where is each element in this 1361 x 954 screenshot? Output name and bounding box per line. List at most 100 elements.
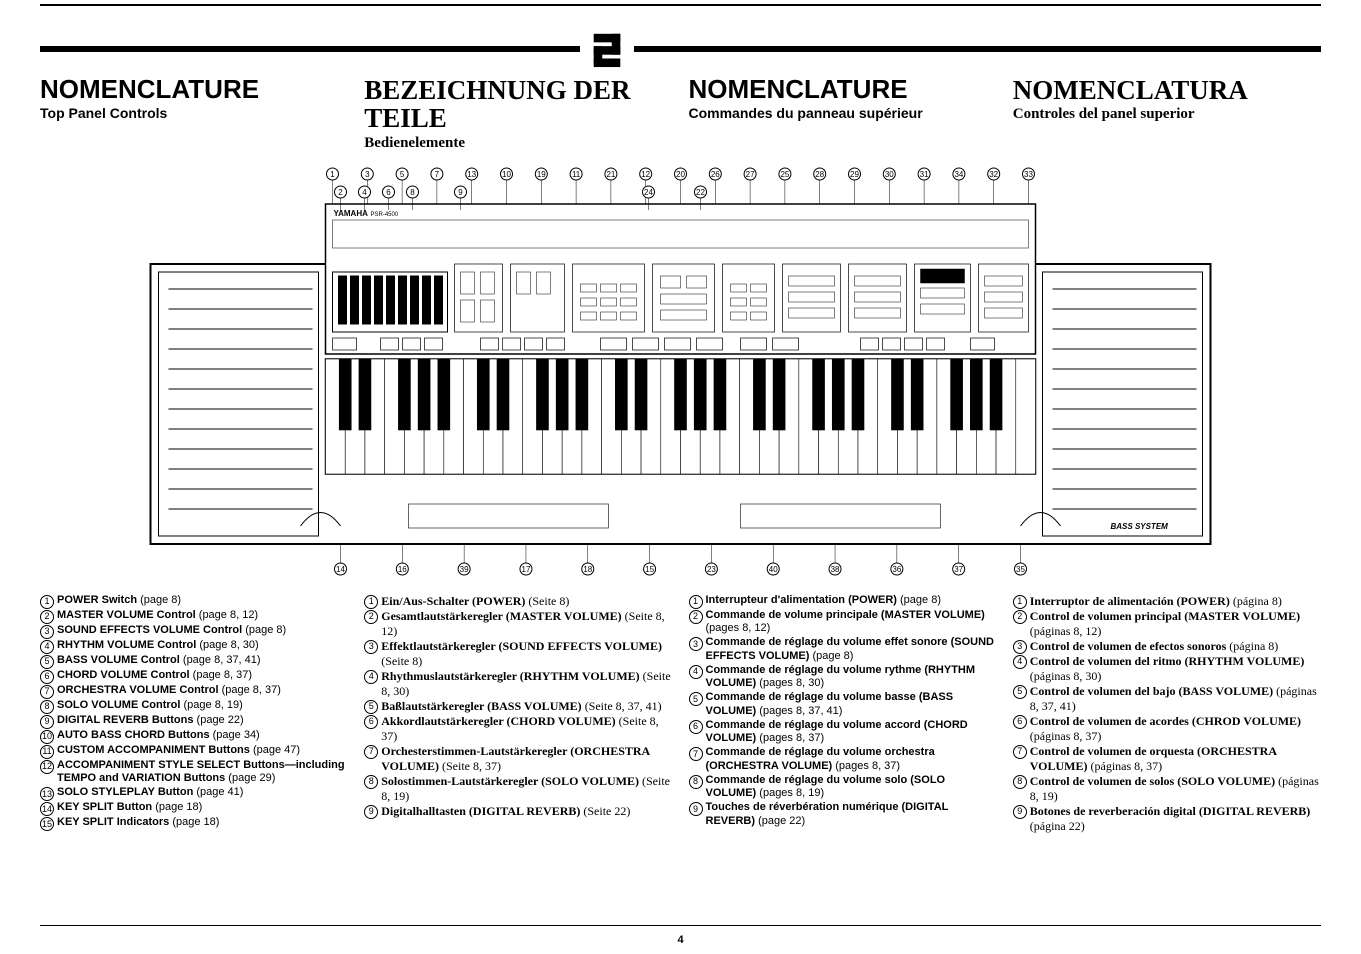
item-text: Commande de réglage du volume orchestra … <box>706 746 997 774</box>
item-text: Control de volumen de efectos sonoros (p… <box>1030 639 1321 654</box>
list-item: 4Rhythmuslautstärkeregler (RHYTHM VOLUME… <box>364 669 672 699</box>
list-item: 1Ein/Aus-Schalter (POWER) (Seite 8) <box>364 594 672 609</box>
svg-text:29: 29 <box>850 170 859 179</box>
svg-text:9: 9 <box>458 188 463 197</box>
item-number: 7 <box>40 685 54 699</box>
header-fr: NOMENCLATURE Commandes du panneau supéri… <box>689 76 997 152</box>
item-number: 8 <box>40 700 54 714</box>
svg-text:31: 31 <box>920 170 929 179</box>
item-number: 10 <box>40 730 54 744</box>
section-divider <box>40 30 1321 68</box>
svg-text:6: 6 <box>386 188 391 197</box>
item-number: 4 <box>1013 655 1027 669</box>
model-label: PSR-4500 <box>371 212 399 218</box>
item-text: Digitalhalltasten (DIGITAL REVERB) (Seit… <box>381 804 672 819</box>
subtitle-en: Top Panel Controls <box>40 105 348 121</box>
item-text: Commande de réglage du volume effet sono… <box>706 636 997 664</box>
brand-label: YAMAHA <box>334 209 369 218</box>
item-text: Baßlautstärkeregler (BASS VOLUME) (Seite… <box>381 699 672 714</box>
item-number: 13 <box>40 787 54 801</box>
svg-text:33: 33 <box>1024 170 1033 179</box>
svg-text:34: 34 <box>954 170 963 179</box>
keyboard-svg: BASS SYSTEM YAMAHA PSR-4500 <box>40 164 1321 584</box>
bottom-border <box>40 925 1321 926</box>
list-item: 3Effektlautstärkeregler (SOUND EFFECTS V… <box>364 639 672 669</box>
list-item: 2MASTER VOLUME Control (page 8, 12) <box>40 609 348 624</box>
item-number: 8 <box>689 775 703 789</box>
item-number: 5 <box>689 692 703 706</box>
list-item: 7ORCHESTRA VOLUME Control (page 8, 37) <box>40 684 348 699</box>
list-item: 13SOLO STYLEPLAY Button (page 41) <box>40 786 348 801</box>
svg-text:2: 2 <box>338 188 343 197</box>
item-text: Akkordlautstärkeregler (CHORD VOLUME) (S… <box>381 714 672 744</box>
list-item: 9Digitalhalltasten (DIGITAL REVERB) (Sei… <box>364 804 672 819</box>
item-number: 6 <box>1013 715 1027 729</box>
list-item: 1Interrupteur d'alimentation (POWER) (pa… <box>689 594 997 609</box>
item-text: Ein/Aus-Schalter (POWER) (Seite 8) <box>381 594 672 609</box>
item-number: 7 <box>689 747 703 761</box>
item-number: 8 <box>1013 775 1027 789</box>
list-item: 5Control de volumen del bajo (BASS VOLUM… <box>1013 684 1321 714</box>
title-en: NOMENCLATURE <box>40 76 348 103</box>
item-number: 7 <box>1013 745 1027 759</box>
item-number: 2 <box>689 610 703 624</box>
list-item: 7Orchesterstimmen-Lautstärkeregler (ORCH… <box>364 744 672 774</box>
list-item: 9Botones de reverberación digital (DIGIT… <box>1013 804 1321 834</box>
header-en: NOMENCLATURE Top Panel Controls <box>40 76 348 152</box>
item-text: Interruptor de alimentación (POWER) (pág… <box>1030 594 1321 609</box>
item-text: Commande de réglage du volume solo (SOLO… <box>706 774 997 802</box>
item-number: 9 <box>1013 805 1027 819</box>
item-text: CHORD VOLUME Control (page 8, 37) <box>57 669 348 684</box>
section-number-icon <box>588 30 626 68</box>
list-item: 5Baßlautstärkeregler (BASS VOLUME) (Seit… <box>364 699 672 714</box>
item-number: 3 <box>1013 640 1027 654</box>
svg-text:5: 5 <box>400 170 405 179</box>
svg-text:38: 38 <box>831 565 840 574</box>
item-text: Control de volumen principal (MASTER VOL… <box>1030 609 1321 639</box>
list-item: 5BASS VOLUME Control (page 8, 37, 41) <box>40 654 348 669</box>
item-text: KEY SPLIT Button (page 18) <box>57 801 348 816</box>
svg-text:15: 15 <box>645 565 654 574</box>
svg-text:10: 10 <box>502 170 511 179</box>
svg-text:19: 19 <box>537 170 546 179</box>
svg-text:22: 22 <box>696 188 705 197</box>
item-number: 2 <box>1013 610 1027 624</box>
list-item: 4RHYTHM VOLUME Control (page 8, 30) <box>40 639 348 654</box>
svg-text:23: 23 <box>707 565 716 574</box>
svg-text:39: 39 <box>460 565 469 574</box>
item-number: 9 <box>364 805 378 819</box>
item-number: 6 <box>689 720 703 734</box>
item-number: 8 <box>364 775 378 789</box>
item-number: 1 <box>689 595 703 609</box>
title-es: NOMENCLATURA <box>1013 76 1321 104</box>
header-de: BEZEICHNUNG DER TEILE Bedienelemente <box>364 76 672 152</box>
item-text: Commande de réglage du volume rythme (RH… <box>706 664 997 692</box>
item-text: Control de volumen del ritmo (RHYTHM VOL… <box>1030 654 1321 684</box>
svg-text:24: 24 <box>644 188 653 197</box>
list-item: 8Control de volumen de solos (SOLO VOLUM… <box>1013 774 1321 804</box>
list-item: 2Gesamtlautstärkeregler (MASTER VOLUME) … <box>364 609 672 639</box>
svg-text:25: 25 <box>780 170 789 179</box>
svg-text:18: 18 <box>583 565 592 574</box>
speaker-logo: BASS SYSTEM <box>1111 522 1169 531</box>
item-number: 2 <box>364 610 378 624</box>
item-text: KEY SPLIT Indicators (page 18) <box>57 816 348 831</box>
item-number: 2 <box>40 610 54 624</box>
list-item: 14KEY SPLIT Button (page 18) <box>40 801 348 816</box>
item-text: Solostimmen-Lautstärkeregler (SOLO VOLUM… <box>381 774 672 804</box>
svg-text:36: 36 <box>892 565 901 574</box>
list-item: 4Control de volumen del ritmo (RHYTHM VO… <box>1013 654 1321 684</box>
item-text: SOLO VOLUME Control (page 8, 19) <box>57 699 348 714</box>
list-de: 1Ein/Aus-Schalter (POWER) (Seite 8)2Gesa… <box>364 594 672 834</box>
list-item: 2Commande de volume principale (MASTER V… <box>689 609 997 637</box>
list-es: 1Interruptor de alimentación (POWER) (pá… <box>1013 594 1321 834</box>
item-text: MASTER VOLUME Control (page 8, 12) <box>57 609 348 624</box>
item-text: DIGITAL REVERB Buttons (page 22) <box>57 714 348 729</box>
list-item: 8Solostimmen-Lautstärkeregler (SOLO VOLU… <box>364 774 672 804</box>
list-item: 1Interruptor de alimentación (POWER) (pá… <box>1013 594 1321 609</box>
item-number: 4 <box>689 665 703 679</box>
header-columns: NOMENCLATURE Top Panel Controls BEZEICHN… <box>40 76 1321 152</box>
list-item: 8Commande de réglage du volume solo (SOL… <box>689 774 997 802</box>
item-number: 3 <box>364 640 378 654</box>
list-item: 3SOUND EFFECTS VOLUME Control (page 8) <box>40 624 348 639</box>
